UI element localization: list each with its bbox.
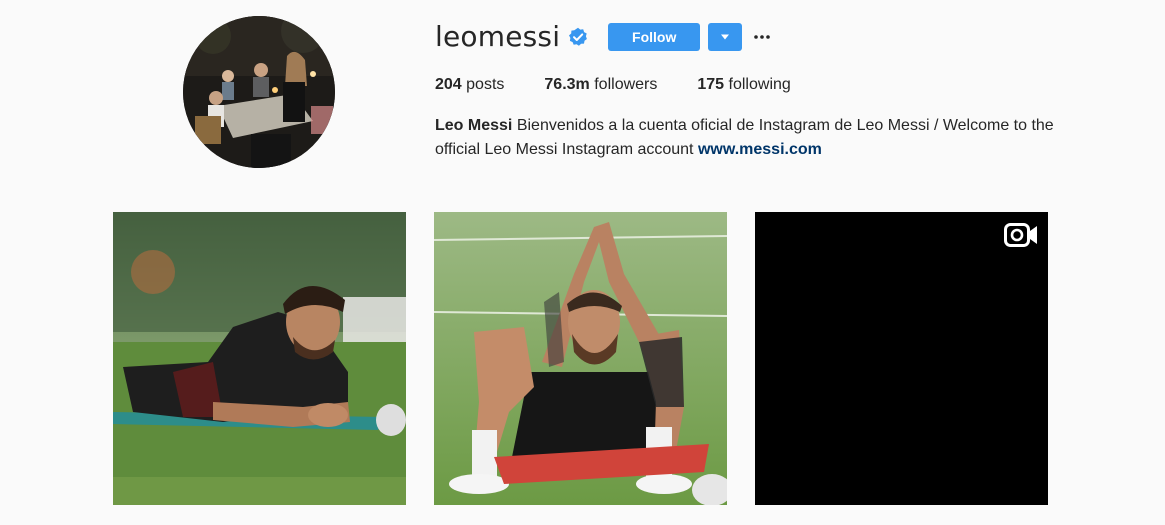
following-label: following xyxy=(728,76,791,93)
posts-label: posts xyxy=(466,76,505,93)
avatar[interactable] xyxy=(183,16,335,168)
profile-page: leomessi Follow 204 posts 76.3m follower… xyxy=(0,0,1165,525)
post-thumbnail-1[interactable] xyxy=(113,212,406,505)
bio-link[interactable]: www.messi.com xyxy=(698,141,822,158)
post-thumbnail-3[interactable] xyxy=(755,212,1048,505)
title-row: leomessi Follow xyxy=(435,18,1095,56)
suggested-dropdown-button[interactable] xyxy=(708,23,743,51)
full-name: Leo Messi xyxy=(435,117,513,134)
followers-label: followers xyxy=(594,76,658,93)
followers-stat[interactable]: 76.3m followers xyxy=(544,74,657,96)
ellipsis-icon xyxy=(754,35,771,39)
verified-badge-icon xyxy=(568,27,588,47)
username: leomessi xyxy=(435,20,561,53)
post-thumbnail-2[interactable] xyxy=(434,212,727,505)
following-stat[interactable]: 175 following xyxy=(697,74,790,96)
following-count: 175 xyxy=(697,76,725,93)
profile-bio: Leo Messi Bienvenidos a la cuenta oficia… xyxy=(435,114,1075,162)
video-camera-icon xyxy=(1004,223,1038,247)
options-button[interactable] xyxy=(754,23,771,51)
profile-header: leomessi Follow 204 posts 76.3m follower… xyxy=(435,18,1095,162)
profile-stats: 204 posts 76.3m followers 175 following xyxy=(435,74,1095,96)
followers-count: 76.3m xyxy=(544,76,590,93)
caret-down-icon xyxy=(721,34,730,40)
follow-button[interactable]: Follow xyxy=(608,23,701,51)
posts-stat: 204 posts xyxy=(435,74,504,96)
posts-count: 204 xyxy=(435,76,462,93)
